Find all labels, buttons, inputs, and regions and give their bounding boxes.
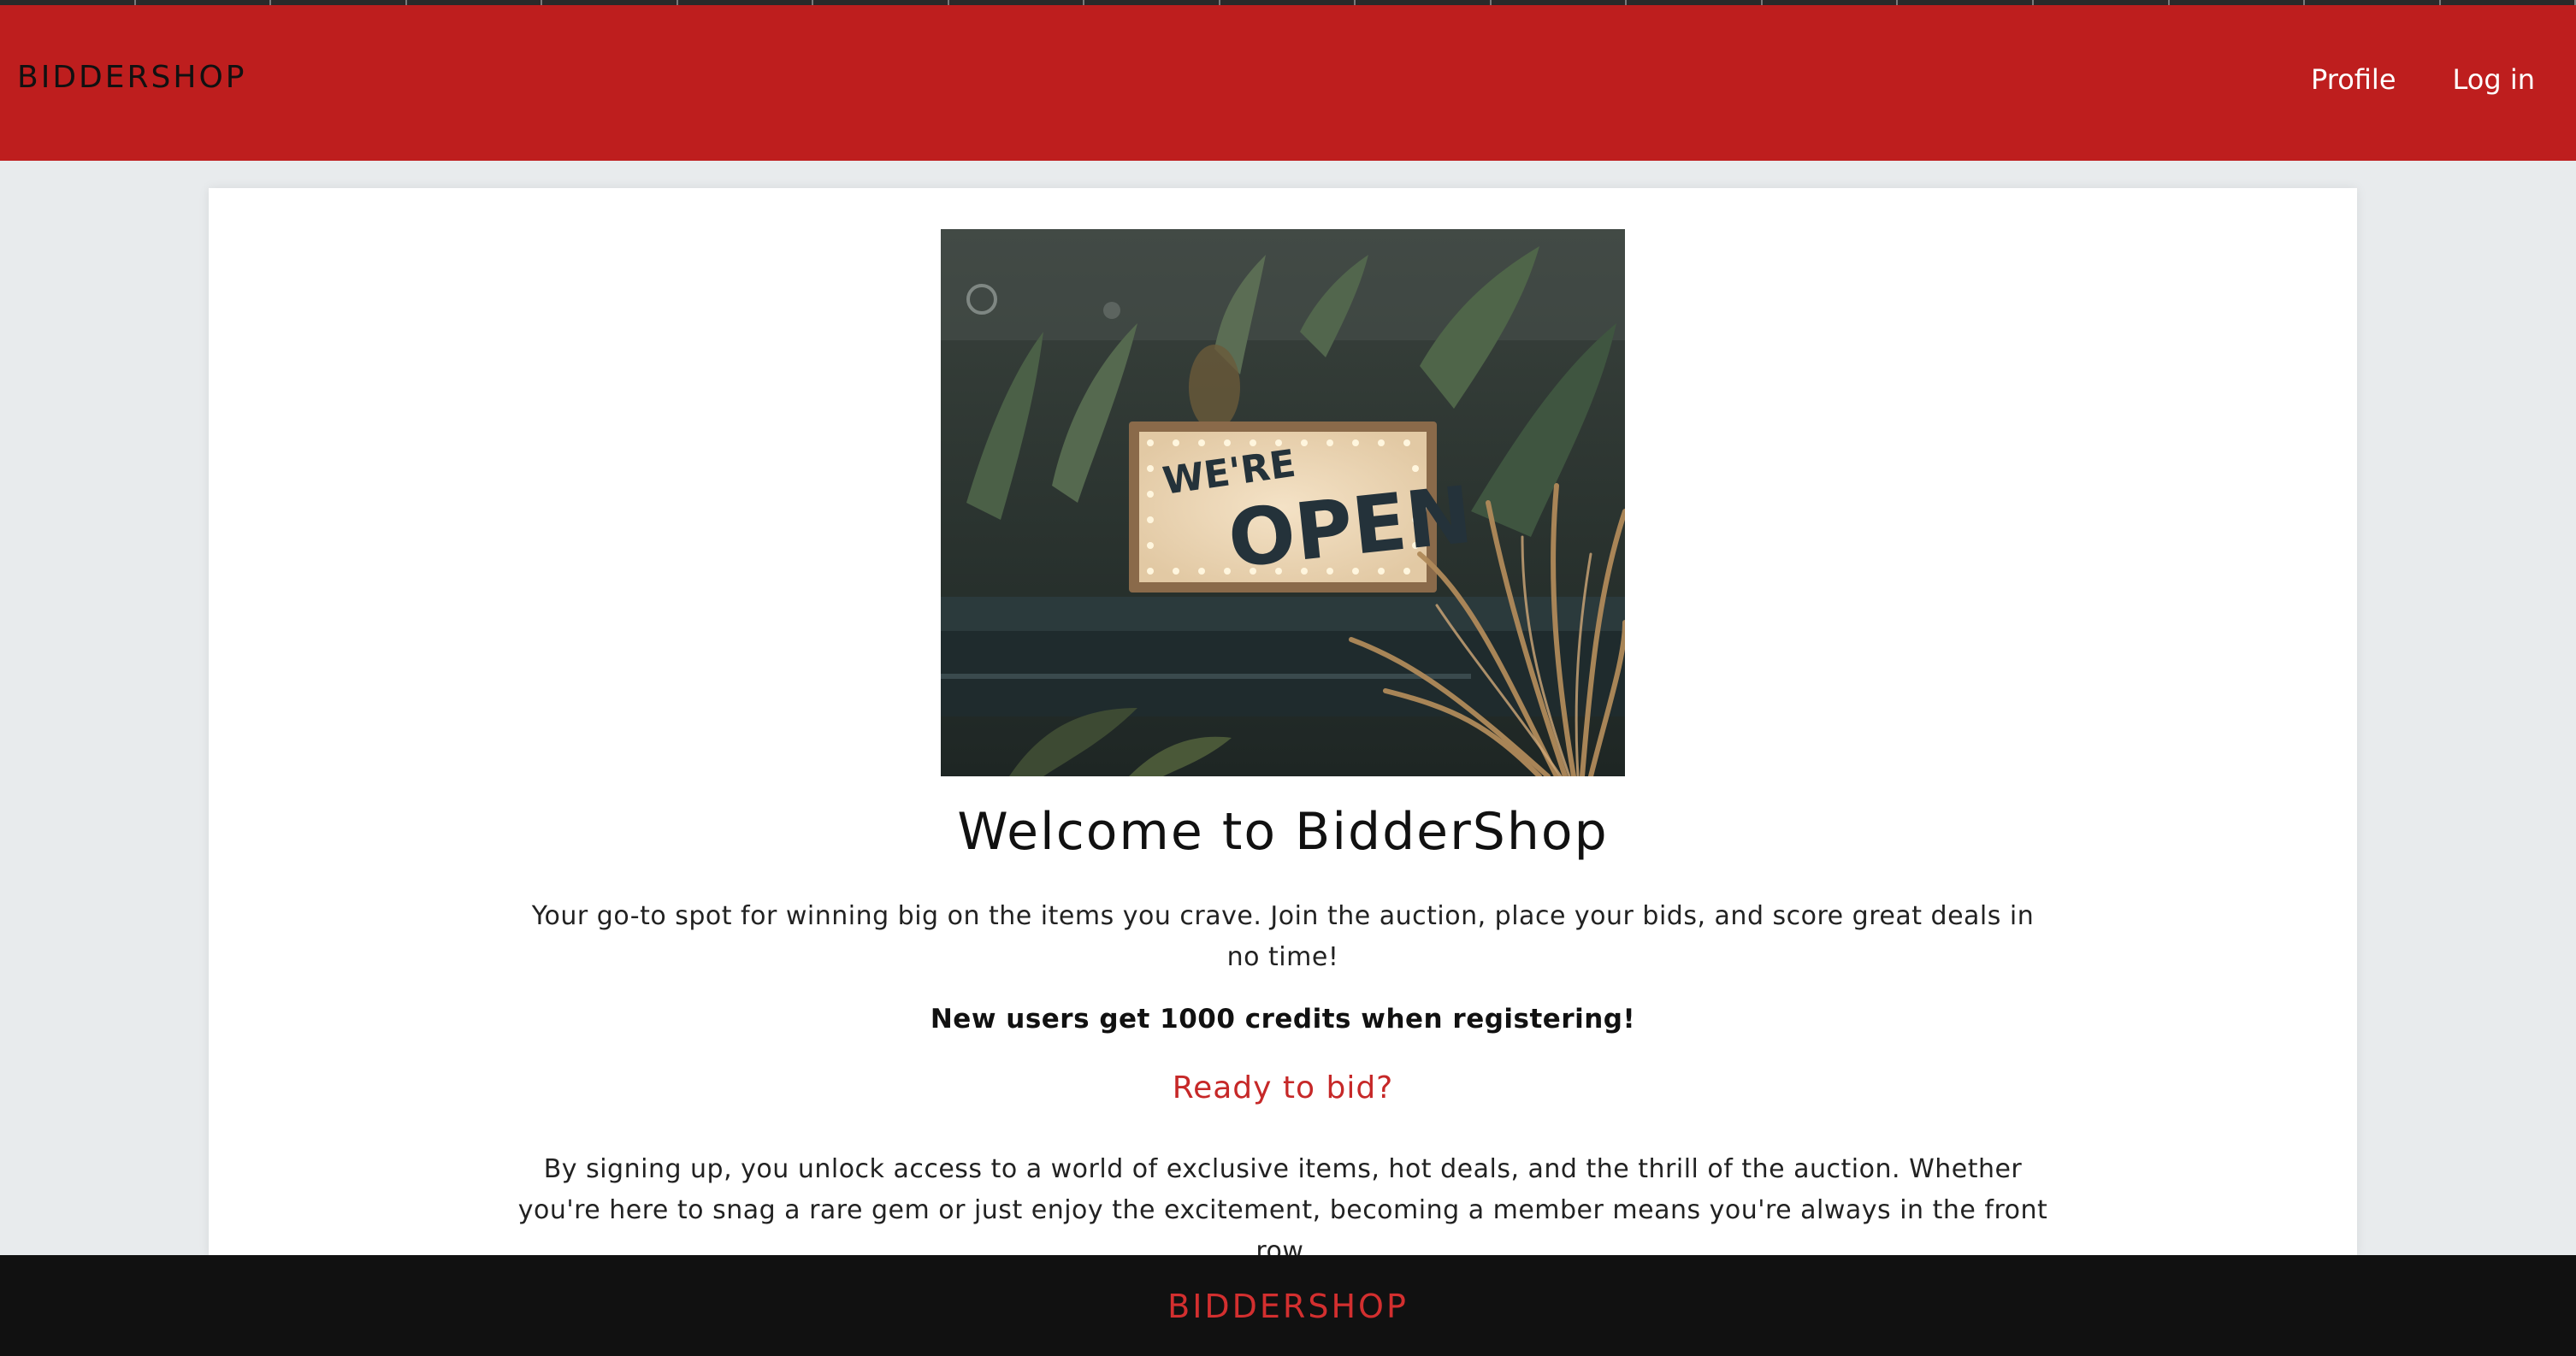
- welcome-card: WE'RE OPEN Welcome to BidderShop Your go…: [209, 188, 2357, 1266]
- signup-benefits-text: By signing up, you unlock access to a wo…: [517, 1154, 2048, 1266]
- nav-profile-link[interactable]: Profile: [2311, 63, 2396, 96]
- credits-promo-text: New users get 1000 credits when register…: [930, 1004, 1636, 1035]
- hero-image: WE'RE OPEN: [941, 229, 1625, 776]
- hero-illustration: WE'RE OPEN: [941, 229, 1625, 776]
- site-header: BIDDERSHOP Profile Log in: [0, 5, 2576, 161]
- nav-login-link[interactable]: Log in: [2453, 63, 2536, 96]
- site-footer: BIDDERSHOP: [0, 1255, 2576, 1356]
- intro-text: Your go-to spot for winning big on the i…: [531, 901, 2035, 972]
- main-nav: Profile Log in: [2311, 63, 2535, 96]
- footer-brand: BIDDERSHOP: [1167, 1288, 1409, 1325]
- brand-logo-link[interactable]: BIDDERSHOP: [17, 60, 246, 95]
- page-title: Welcome to BidderShop: [957, 802, 1609, 862]
- ready-to-bid-heading: Ready to bid?: [1172, 1070, 1394, 1105]
